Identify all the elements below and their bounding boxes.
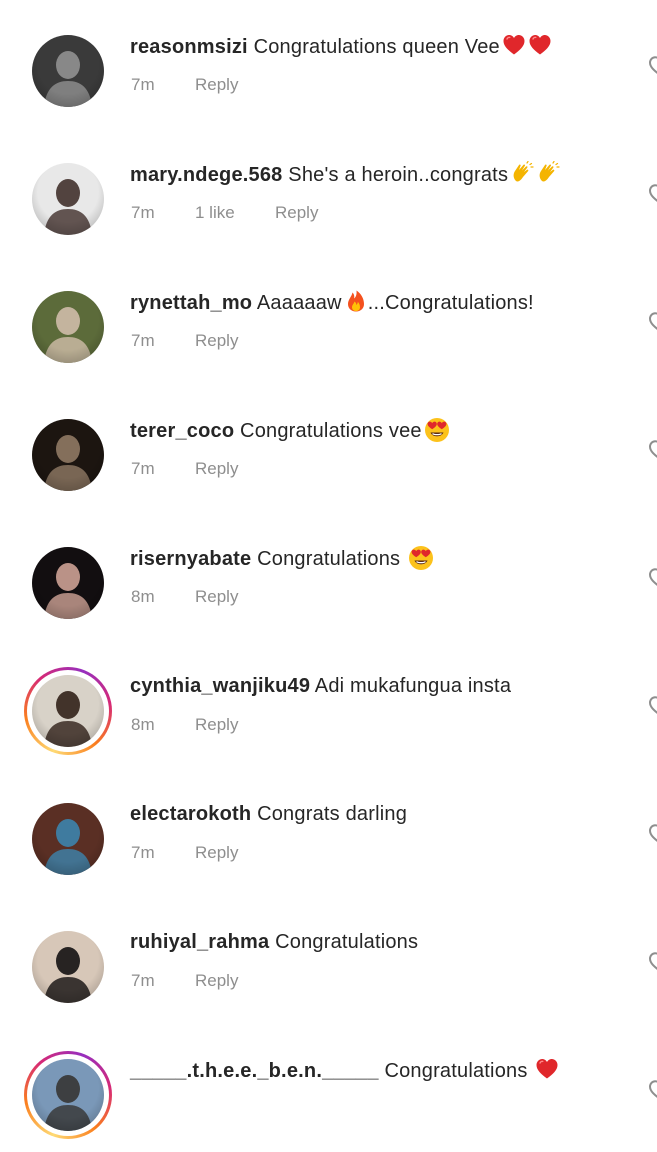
comment-body: Congratulations [384,1060,534,1082]
comment-username[interactable]: mary.ndege.568 [130,164,283,186]
comment-item: _____.t.h.e.e._b.e.n._____ Congratulatio… [0,1024,657,1152]
comment-timestamp: 7m [131,203,155,222]
comment-text-line: cynthia_wanjiku49 Adi mukafungua insta [130,673,511,699]
comment-body: Congrats darling [257,803,408,825]
comment-meta: 7m Reply [131,458,238,480]
comment-meta: 7m Reply [131,842,238,864]
clapping-hands-emoji-icon [536,161,560,185]
comment-timestamp: 7m [131,843,155,862]
comment-body: Congratulations [275,931,419,953]
like-heart-icon[interactable] [648,311,657,331]
comment-text-line: ruhiyal_rahma Congratulations [130,929,418,955]
comment-item: rynettah_mo Aaaaaaw ...Congratulations! 7m… [0,256,657,384]
reply-button[interactable]: Reply [195,842,238,864]
comment-meta: 8m Reply [131,714,238,736]
reply-button[interactable]: Reply [195,330,238,352]
comment-meta: 7m Reply [131,970,238,992]
comment-body: Congratulations vee [240,420,422,442]
like-heart-icon[interactable] [648,439,657,459]
comment-item: mary.ndege.568 She's a heroin..congrats 7… [0,128,657,256]
like-heart-icon[interactable] [648,567,657,587]
comment-username[interactable]: reasonmsizi [130,36,248,58]
avatar-image [32,931,104,1003]
avatar[interactable] [32,547,104,619]
avatar-image [32,35,104,107]
comment-username[interactable]: cynthia_wanjiku49 [130,675,310,697]
like-heart-icon[interactable] [648,183,657,203]
red-heart-emoji-icon [528,33,552,57]
comment-timestamp: 7m [131,971,155,990]
comment-like-count[interactable]: 1 like [195,202,275,224]
comment-username[interactable]: electarokoth [130,803,251,825]
reply-button[interactable]: Reply [195,586,238,608]
comment-username[interactable]: ruhiyal_rahma [130,931,269,953]
avatar-story-ring[interactable] [24,1051,112,1139]
reply-button[interactable]: Reply [195,458,238,480]
comment-body-continued: ...Congratulations! [367,292,534,314]
comment-meta: 7m Reply [131,74,238,96]
avatar-image [32,291,104,363]
like-heart-icon[interactable] [648,823,657,843]
avatar[interactable] [32,291,104,363]
avatar[interactable] [32,931,104,1003]
reply-button[interactable]: Reply [275,202,318,224]
clapping-hands-emoji-icon [510,161,534,185]
like-heart-icon[interactable] [648,951,657,971]
comment-item: terer_coco Congratulations vee 7m Reply [0,384,657,512]
comment-text-line: electarokoth Congrats darling [130,801,407,827]
red-heart-emoji-icon [502,33,526,57]
comment-item: cynthia_wanjiku49 Adi mukafungua insta 8m… [0,640,657,768]
comment-username[interactable]: terer_coco [130,420,234,442]
avatar[interactable] [32,803,104,875]
avatar-image [32,547,104,619]
comment-body: She's a heroin..congrats [288,164,509,186]
comment-username[interactable]: _____.t.h.e.e._b.e.n._____ [130,1060,379,1082]
comment-meta: 8m Reply [131,586,238,608]
comment-item: reasonmsizi Congratulations queen Vee 7m R… [0,0,657,128]
avatar-image [32,419,104,491]
comment-text-line: risernyabate Congratulations [130,545,433,572]
like-heart-icon[interactable] [648,1079,657,1099]
heart-eyes-emoji-icon [408,545,433,570]
fire-emoji-icon [344,289,368,313]
comment-username[interactable]: rynettah_mo [130,292,252,314]
like-heart-icon[interactable] [648,695,657,715]
comment-meta: 7m 1 like Reply [131,202,318,224]
comment-text-line: terer_coco Congratulations vee [130,417,449,444]
comment-username[interactable]: risernyabate [130,548,251,570]
avatar-image [32,163,104,235]
comment-timestamp: 8m [131,715,155,734]
avatar-image [32,675,104,747]
comment-text-line: reasonmsizi Congratulations queen Vee [130,33,552,60]
comment-timestamp: 7m [131,331,155,350]
comment-meta: 7m Reply [131,330,238,352]
avatar[interactable] [32,419,104,491]
reply-button[interactable]: Reply [195,714,238,736]
comment-body: Aaaaaaw [256,292,342,314]
comment-body: Congratulations [257,548,406,570]
comment-body: Adi mukafungua insta [314,675,512,697]
comment-item: electarokoth Congrats darling 7m Reply [0,768,657,896]
avatar[interactable] [32,163,104,235]
comment-body: Congratulations queen Vee [253,36,500,58]
comment-item: ruhiyal_rahma Congratulations 7m Reply [0,896,657,1024]
avatar[interactable] [32,35,104,107]
avatar-image [32,803,104,875]
comment-timestamp: 8m [131,587,155,606]
avatar-story-ring[interactable] [24,667,112,755]
comment-text-line: mary.ndege.568 She's a heroin..congrats [130,161,560,188]
red-heart-emoji-icon [535,1057,559,1081]
comment-text-line: rynettah_mo Aaaaaaw ...Congratulations! [130,289,534,316]
reply-button[interactable]: Reply [195,74,238,96]
reply-button[interactable]: Reply [195,970,238,992]
comment-item: risernyabate Congratulations 8m Reply [0,512,657,640]
avatar-image [32,1059,104,1131]
comment-text-line: _____.t.h.e.e._b.e.n._____ Congratulatio… [130,1057,559,1084]
comment-timestamp: 7m [131,75,155,94]
heart-eyes-emoji-icon [424,417,449,442]
like-heart-icon[interactable] [648,55,657,75]
comment-timestamp: 7m [131,459,155,478]
